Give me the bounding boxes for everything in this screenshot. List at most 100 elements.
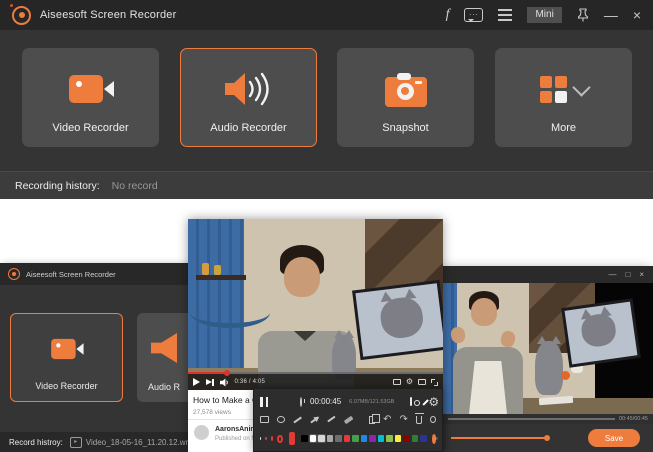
preview-maximize-button[interactable]: □ xyxy=(625,270,630,279)
size-dot-xlarge[interactable] xyxy=(277,435,283,443)
app-logo-icon xyxy=(8,268,20,280)
recording-toolbar: 00:00:45 6.07MB/121.53GB ⚙ ↶ ↷ xyxy=(253,388,443,452)
color-swatch[interactable] xyxy=(420,435,427,442)
mini-mode-button[interactable]: Mini xyxy=(527,7,561,23)
record-history-bar: Record histroy: ▸ Video_18-05-16_11.20.1… xyxy=(0,432,191,452)
facebook-share-icon[interactable]: f xyxy=(446,8,450,22)
more-label: More xyxy=(496,122,631,134)
color-swatch[interactable] xyxy=(352,435,359,442)
window-title: Aiseesoft Screen Recorder xyxy=(40,9,176,21)
close-button[interactable]: × xyxy=(633,8,641,22)
history-filename[interactable]: Video_18-05-16_11.20.12.wmv xyxy=(86,438,191,447)
orange-lamp xyxy=(561,371,570,380)
fullscreen-icon[interactable] xyxy=(431,379,438,386)
color-swatch[interactable] xyxy=(301,435,308,442)
seek-track[interactable] xyxy=(448,418,615,420)
color-picker-icon[interactable] xyxy=(432,434,436,444)
video-recorder-button[interactable]: Video Recorder xyxy=(22,48,159,147)
volume-slider[interactable] xyxy=(451,437,548,439)
monitor xyxy=(561,298,641,367)
line-tool[interactable] xyxy=(293,416,301,422)
speaker-icon xyxy=(181,63,316,115)
theater-mode-icon[interactable] xyxy=(418,379,426,385)
minimize-button[interactable]: — xyxy=(604,8,618,22)
color-swatch[interactable] xyxy=(386,435,393,442)
chevron-down-icon[interactable] xyxy=(572,78,590,96)
color-swatch[interactable] xyxy=(344,435,351,442)
cat xyxy=(535,341,563,395)
video-recorder-button-small[interactable]: Video Recorder xyxy=(10,313,123,402)
arrow-tool[interactable] xyxy=(310,416,318,422)
size-dot-medium[interactable] xyxy=(265,437,267,441)
player-settings-icon[interactable]: ⚙ xyxy=(406,378,413,386)
color-swatch[interactable] xyxy=(403,435,410,442)
color-swatch[interactable] xyxy=(412,435,419,442)
snapshot-button[interactable]: Snapshot xyxy=(337,48,474,147)
video-scene xyxy=(188,219,443,390)
more-button[interactable]: More xyxy=(495,48,632,147)
menu-icon[interactable] xyxy=(498,9,512,21)
volume-icon[interactable] xyxy=(220,378,229,387)
video-camera-icon xyxy=(11,326,122,372)
app-logo-icon xyxy=(12,6,31,25)
history-label: Record histroy: xyxy=(9,438,63,447)
pen-tool[interactable] xyxy=(327,416,336,423)
channel-avatar[interactable] xyxy=(194,425,209,440)
speaker-icon xyxy=(137,325,191,371)
play-button[interactable] xyxy=(193,378,200,386)
shelf xyxy=(196,275,246,280)
small-main-window: Aiseesoft Screen Recorder Video Recorder… xyxy=(0,263,191,452)
more-options-icon[interactable] xyxy=(430,416,436,423)
color-swatch[interactable] xyxy=(310,435,317,442)
monitor xyxy=(352,280,443,360)
color-swatch[interactable] xyxy=(318,435,325,442)
feedback-icon[interactable]: ... xyxy=(464,8,483,22)
color-swatch[interactable] xyxy=(369,435,376,442)
preview-seek-bar[interactable]: 00:45/00:45 xyxy=(443,414,653,424)
color-swatch[interactable] xyxy=(395,435,402,442)
ellipse-tool[interactable] xyxy=(277,416,286,423)
color-swatch[interactable] xyxy=(378,435,385,442)
copy-icon[interactable] xyxy=(369,416,375,424)
size-dot-small[interactable] xyxy=(260,437,261,440)
recording-history-bar: Recording history: No record xyxy=(0,171,653,199)
history-label: Recording history: xyxy=(15,180,100,192)
color-swatch[interactable] xyxy=(361,435,368,442)
person-head xyxy=(471,298,497,326)
selected-color-swatch[interactable] xyxy=(289,432,295,445)
video-recorder-label: Video Recorder xyxy=(11,381,122,391)
redo-button[interactable]: ↷ xyxy=(399,415,407,425)
preview-titlebar: — □ × xyxy=(443,266,653,283)
rectangle-tool[interactable] xyxy=(260,416,269,423)
person-head xyxy=(284,257,320,297)
preview-close-button[interactable]: × xyxy=(639,270,644,279)
marker-tool[interactable] xyxy=(344,415,353,423)
trash-icon[interactable] xyxy=(416,416,422,424)
pause-button[interactable] xyxy=(260,397,268,407)
audio-recorder-label: Audio Recorder xyxy=(181,122,316,134)
save-button[interactable]: Save xyxy=(588,429,640,447)
hammock xyxy=(190,297,270,328)
size-dot-large[interactable] xyxy=(271,436,273,442)
snapshot-label: Snapshot xyxy=(338,122,473,134)
undo-button[interactable]: ↶ xyxy=(383,415,391,425)
main-titlebar: Aiseesoft Screen Recorder f ... Mini — × xyxy=(0,0,653,30)
screenshot-camera-icon[interactable] xyxy=(410,397,412,406)
audio-recorder-button-partial[interactable]: Audio R xyxy=(137,313,191,402)
gear-icon[interactable]: ⚙ xyxy=(428,396,439,408)
color-swatch[interactable] xyxy=(327,435,334,442)
player-time: 0:36 / 4:05 xyxy=(235,379,266,385)
color-swatch[interactable] xyxy=(335,435,342,442)
video-file-icon: ▸ xyxy=(70,437,82,448)
pin-on-top-icon[interactable] xyxy=(577,8,589,22)
video-recorder-label: Video Recorder xyxy=(23,122,158,134)
jar xyxy=(214,265,221,275)
preview-video-scene xyxy=(443,283,653,414)
window-title: Aiseesoft Screen Recorder xyxy=(26,270,116,279)
main-window: Aiseesoft Screen Recorder f ... Mini — ×… xyxy=(0,0,653,199)
audio-recorder-button[interactable]: Audio Recorder xyxy=(180,48,317,147)
preview-minimize-button[interactable]: — xyxy=(608,270,616,279)
captions-icon[interactable] xyxy=(393,379,401,385)
player-progress-bar[interactable] xyxy=(188,372,443,374)
next-button[interactable] xyxy=(206,379,214,386)
